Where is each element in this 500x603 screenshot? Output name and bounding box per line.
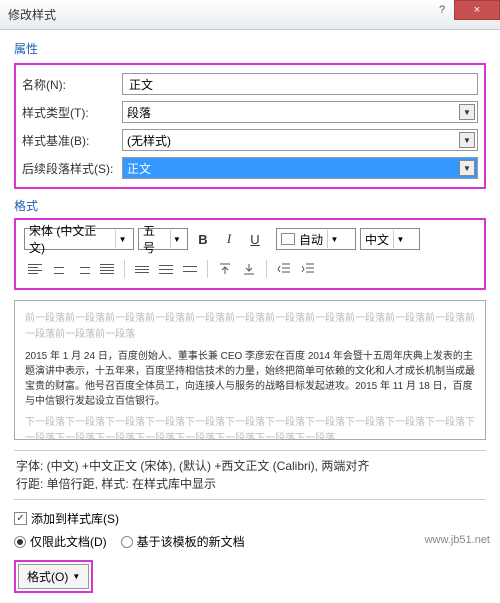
properties-heading: 属性 <box>14 40 486 57</box>
format-group: 宋体 (中文正文)▼ 五号▼ B I U 自动▼ 中文▼ <box>14 218 486 290</box>
type-label: 样式类型(T): <box>22 104 122 121</box>
align-left-button[interactable] <box>24 258 46 280</box>
format-menu-button[interactable]: 格式(O) ▼ <box>18 564 89 589</box>
size-select[interactable]: 五号▼ <box>138 228 188 250</box>
chevron-down-icon: ▼ <box>72 572 80 581</box>
next-select[interactable]: 正文▼ <box>122 157 478 179</box>
chevron-down-icon: ▼ <box>459 104 475 120</box>
indent-increase-button[interactable] <box>297 258 319 280</box>
name-label: 名称(N): <box>22 76 122 93</box>
chevron-down-icon: ▼ <box>115 230 129 248</box>
color-select[interactable]: 自动▼ <box>276 228 356 250</box>
help-button[interactable]: ? <box>429 0 455 20</box>
chevron-down-icon: ▼ <box>170 230 183 248</box>
chevron-down-icon: ▼ <box>393 230 407 248</box>
linespacing-2-button[interactable] <box>155 258 177 280</box>
align-center-button[interactable] <box>48 258 70 280</box>
lang-select[interactable]: 中文▼ <box>360 228 420 250</box>
template-radio[interactable] <box>121 536 133 548</box>
preview-body: 2015 年 1 月 24 日，百度创始人、董事长兼 CEO 李彦宏在百度 20… <box>25 349 475 409</box>
format-button-highlight: 格式(O) ▼ <box>14 560 93 593</box>
chevron-down-icon: ▼ <box>459 160 475 176</box>
this-doc-label: 仅限此文档(D) <box>30 533 107 550</box>
this-doc-radio[interactable] <box>14 536 26 548</box>
watermark: www.jb51.net <box>421 533 494 547</box>
chevron-down-icon: ▼ <box>459 132 475 148</box>
titlebar: 修改样式 ? × <box>0 0 500 30</box>
base-select[interactable]: (无样式)▼ <box>122 129 478 151</box>
chevron-down-icon: ▼ <box>327 230 341 248</box>
style-description: 字体: (中文) +中文正文 (宋体), (默认) +西文正文 (Calibri… <box>14 450 486 500</box>
base-label: 样式基准(B): <box>22 132 122 149</box>
add-to-gallery-checkbox[interactable]: ✓ <box>14 512 27 525</box>
close-button[interactable]: × <box>454 0 500 20</box>
align-justify-button[interactable] <box>96 258 118 280</box>
preview-pane: 前一段落前一段落前一段落前一段落前一段落前一段落前一段落前一段落前一段落前一段落… <box>14 300 486 440</box>
space-after-button[interactable] <box>238 258 260 280</box>
underline-button[interactable]: U <box>244 228 266 250</box>
indent-decrease-button[interactable] <box>273 258 295 280</box>
type-select[interactable]: 段落▼ <box>122 101 478 123</box>
template-label: 基于该模板的新文档 <box>137 533 245 550</box>
space-before-button[interactable] <box>214 258 236 280</box>
font-select[interactable]: 宋体 (中文正文)▼ <box>24 228 134 250</box>
preview-after: 下一段落下一段落下一段落下一段落下一段落下一段落下一段落下一段落下一段落下一段落… <box>25 415 475 440</box>
linespacing-3-button[interactable] <box>179 258 201 280</box>
window-title: 修改样式 <box>8 6 56 23</box>
add-to-gallery-label: 添加到样式库(S) <box>31 510 119 527</box>
linespacing-1-button[interactable] <box>131 258 153 280</box>
name-input[interactable] <box>122 73 478 95</box>
next-label: 后续段落样式(S): <box>22 160 122 177</box>
preview-before: 前一段落前一段落前一段落前一段落前一段落前一段落前一段落前一段落前一段落前一段落… <box>25 311 475 343</box>
bold-button[interactable]: B <box>192 228 214 250</box>
color-swatch <box>281 233 295 245</box>
align-right-button[interactable] <box>72 258 94 280</box>
properties-group: 名称(N): 样式类型(T): 段落▼ 样式基准(B): (无样式)▼ 后续段落… <box>14 63 486 189</box>
format-heading: 格式 <box>14 197 486 214</box>
italic-button[interactable]: I <box>218 228 240 250</box>
